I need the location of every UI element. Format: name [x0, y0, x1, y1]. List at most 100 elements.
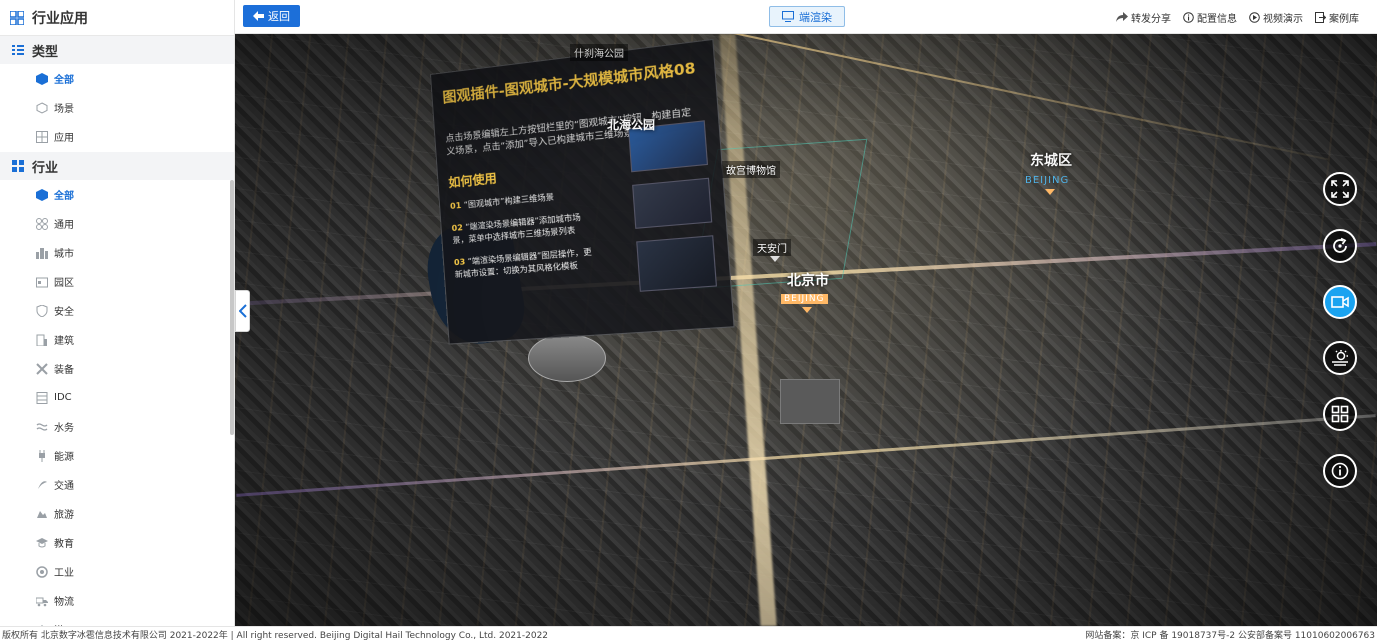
education-icon	[36, 537, 48, 547]
industry-item-label: 建筑	[54, 336, 74, 347]
panel-title: 图观插件-图观城市-大规模城市风格08	[442, 60, 697, 107]
industry-item-education[interactable]: 教育	[0, 528, 234, 557]
section-type: 类型	[0, 36, 234, 64]
industry-icon	[36, 565, 48, 578]
industry-item-label: 全部	[54, 191, 74, 202]
tiananmen-pin-icon	[770, 256, 780, 262]
industry-item-travel[interactable]: 旅游	[0, 499, 234, 528]
dongcheng-pin-icon	[1045, 189, 1055, 195]
industry-item-label: 通用	[54, 220, 74, 231]
type-item-all[interactable]: 全部	[0, 64, 234, 93]
label-tiananmen[interactable]: 天安门	[753, 239, 791, 256]
video-demo-button[interactable]: 视频演示	[1249, 10, 1303, 25]
layers-grid-icon	[1331, 405, 1349, 423]
industry-item-idc[interactable]: IDC	[0, 383, 234, 412]
industry-item-safety[interactable]: 安全	[0, 296, 234, 325]
industry-item-label: 园区	[54, 278, 74, 289]
section-industry: 行业	[0, 152, 234, 180]
share-button[interactable]: 转发分享	[1116, 10, 1171, 25]
rotate-icon	[1333, 237, 1347, 253]
grid-icon	[36, 130, 48, 143]
industry-item-industry[interactable]: 工业	[0, 557, 234, 586]
building-icon	[36, 334, 47, 346]
type-item-scene[interactable]: 场景	[0, 93, 234, 122]
industry-item-water[interactable]: 水务	[0, 412, 234, 441]
step-text: “端渲染场景编辑器”图层操作，更新城市设置：切换为其风格化模板	[454, 247, 593, 280]
fullscreen-button[interactable]	[1323, 172, 1357, 206]
weather-icon	[1332, 350, 1348, 366]
industry-item-port[interactable]: 港口	[0, 615, 234, 626]
step-text: “端渲染场景编辑器”添加城市场景，菜单中选择城市三维场景列表	[452, 212, 582, 246]
topbar: 返回 端渲染 转发分享 配置信息 视频演示 案例库	[235, 0, 1377, 34]
industry-item-general[interactable]: 通用	[0, 209, 234, 238]
type-item-app[interactable]: 应用	[0, 122, 234, 151]
sidebar-title: 行业应用	[0, 0, 234, 36]
sidebar-title-text: 行业应用	[32, 10, 88, 27]
panel-thumbnail-3	[636, 235, 717, 292]
sidebar-collapse-button[interactable]	[235, 290, 250, 332]
config-info-button[interactable]: 配置信息	[1183, 10, 1237, 25]
label-dongcheng-sub: BEIJING	[1025, 175, 1070, 186]
case-library-button[interactable]: 案例库	[1315, 10, 1359, 25]
rotate-button[interactable]	[1323, 229, 1357, 263]
industry-item-label: 教育	[54, 539, 74, 550]
video-demo-label: 视频演示	[1263, 13, 1303, 25]
industry-item-label: 旅游	[54, 510, 74, 521]
label-beijing-sub: BEIJING	[781, 294, 828, 304]
type-item-scene-label: 场景	[54, 104, 74, 115]
industry-item-city[interactable]: 城市	[0, 238, 234, 267]
config-info-label: 配置信息	[1197, 13, 1237, 25]
sidebar-scrollbar[interactable]	[230, 180, 234, 435]
city-3d-viewport[interactable]: 图观插件-图观城市-大规模城市风格08 点击场景编辑左上方按钮栏里的“图观城市”…	[235, 34, 1377, 626]
label-palace-museum[interactable]: 故宫博物馆	[722, 161, 780, 178]
info-icon	[1183, 11, 1194, 23]
render-mode-label: 端渲染	[799, 10, 832, 24]
section-industry-label: 行业	[32, 160, 59, 176]
top-actions: 转发分享 配置信息 视频演示 案例库	[1116, 0, 1359, 34]
industry-item-energy[interactable]: 能源	[0, 441, 234, 470]
industry-item-traffic[interactable]: 交通	[0, 470, 234, 499]
industry-item-logistics[interactable]: 物流	[0, 586, 234, 615]
label-shichahai[interactable]: 什刹海公园	[570, 44, 628, 61]
section-type-label: 类型	[32, 44, 59, 60]
industry-item-label: 交通	[54, 481, 74, 492]
city-icon	[36, 247, 48, 259]
step-number: 02	[451, 223, 464, 234]
park-icon	[36, 277, 48, 287]
apps-icon	[36, 217, 48, 230]
back-button[interactable]: 返回	[243, 5, 300, 27]
stadium	[528, 334, 606, 382]
layers-grid-button[interactable]	[1323, 397, 1357, 431]
server-icon	[36, 391, 48, 404]
apps-icon	[12, 160, 24, 172]
industry-item-label: 工业	[54, 568, 74, 579]
shield-icon	[36, 304, 48, 317]
beijing-pin-icon	[802, 307, 812, 313]
plug-icon	[39, 449, 45, 462]
back-button-label: 返回	[268, 10, 290, 23]
road-lower	[236, 414, 1376, 497]
industry-item-label: 装备	[54, 365, 74, 376]
panel-step-3: 03 “端渲染场景编辑器”图层操作，更新城市设置：切换为其风格化模板	[454, 246, 600, 282]
industry-item-label: 物流	[54, 597, 74, 608]
arrow-left-icon	[253, 11, 264, 21]
library-icon	[1315, 11, 1326, 23]
industry-item-all[interactable]: 全部	[0, 180, 234, 209]
panel-step-2: 02 “端渲染场景编辑器”添加城市场景，菜单中选择城市三维场景列表	[451, 210, 597, 247]
label-beihai[interactable]: 北海公园	[607, 116, 655, 133]
sidebar: 行业应用 类型 全部 场景 应用 行业 全部 通用 城市 园区 安全 建筑 装备…	[0, 0, 235, 626]
footer-icp[interactable]: 网站备案：京 ICP 备 19018737号-2 公安部备案号 11010602…	[1085, 628, 1375, 641]
video-button[interactable]	[1323, 285, 1357, 319]
label-dongcheng[interactable]: 东城区	[1030, 150, 1072, 170]
info-button[interactable]	[1323, 454, 1357, 488]
video-icon	[1331, 296, 1349, 308]
industry-item-park[interactable]: 园区	[0, 267, 234, 296]
industry-item-label: 安全	[54, 307, 74, 318]
industry-item-building[interactable]: 建筑	[0, 325, 234, 354]
grid-icon	[10, 10, 24, 25]
weather-button[interactable]	[1323, 341, 1357, 375]
footer-copyright: 版权所有 北京数字冰雹信息技术有限公司 2021-2022年 | All rig…	[2, 631, 549, 641]
label-beijing[interactable]: 北京市	[787, 270, 829, 290]
industry-item-equipment[interactable]: 装备	[0, 354, 234, 383]
render-mode-button[interactable]: 端渲染	[769, 6, 845, 27]
